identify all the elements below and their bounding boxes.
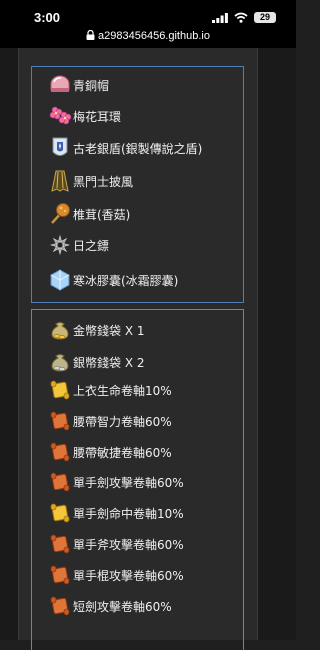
signal-icon [212,12,228,23]
address-display[interactable]: a2983456456.github.io [0,30,296,42]
content-column: 青銅帽 梅花耳環 古老銀盾(銀製傳說之盾) 黑門士披風 椎茸(香菇) 日之鏢 寒… [18,48,258,650]
list-item: 單手劍命中卷軸10% [48,499,184,527]
item-label: 梅花耳環 [73,109,122,124]
orange-scroll-icon [48,440,72,464]
orange-scroll-icon [48,532,72,556]
item-label: 腰帶智力卷軸60% [73,414,172,429]
list-item: 單手斧攻擊卷軸60% [48,530,184,558]
gold-money-bag-icon [48,318,72,342]
equipment-list-box: 青銅帽 梅花耳環 古老銀盾(銀製傳說之盾) 黑門士披風 椎茸(香菇) 日之鏢 寒… [31,66,244,303]
silver-shield-icon [48,136,72,160]
item-label: 金幣錢袋 X 1 [73,323,145,338]
item-label: 單手棍攻擊卷軸60% [73,568,184,583]
status-time: 3:00 [34,10,61,25]
item-label: 單手斧攻擊卷軸60% [73,537,184,552]
list-item: 黑門士披風 [48,167,133,195]
throwing-star-icon [48,233,72,257]
item-label: 單手劍攻擊卷軸60% [73,475,184,490]
battery-icon: 29 [254,12,276,23]
list-item: 銀幣錢袋 X 2 [48,348,145,376]
reward-list-box: 金幣錢袋 X 1 銀幣錢袋 X 2 上衣生命卷軸10% 腰帶智力卷軸60% 腰帶… [31,309,244,650]
list-item: 椎茸(香菇) [48,200,130,228]
item-label: 椎茸(香菇) [73,207,131,222]
status-bar: 3:00 29 [0,0,296,28]
item-label: 上衣生命卷軸10% [73,383,172,398]
list-item: 金幣錢袋 X 1 [48,316,145,344]
lock-icon [86,30,95,40]
list-item: 腰帶智力卷軸60% [48,407,172,435]
list-item: 日之鏢 [48,231,109,259]
plum-blossom-earring-icon [48,104,72,128]
item-label: 青銅帽 [73,78,110,93]
orange-scroll-icon [48,594,72,618]
page-content: 青銅帽 梅花耳環 古老銀盾(銀製傳說之盾) 黑門士披風 椎茸(香菇) 日之鏢 寒… [0,48,296,650]
list-item: 上衣生命卷軸10% [48,376,172,404]
orange-scroll-icon [48,470,72,494]
list-item: 單手劍攻擊卷軸60% [48,468,184,496]
status-icons: 29 [212,12,276,23]
bronze-helmet-icon [48,73,72,97]
orange-scroll-icon [48,409,72,433]
list-item: 青銅帽 [48,71,109,99]
wifi-icon [234,12,248,23]
list-item: 古老銀盾(銀製傳說之盾) [48,134,202,162]
mushroom-skewer-icon [48,202,72,226]
item-label: 短劍攻擊卷軸60% [73,599,172,614]
item-label: 銀幣錢袋 X 2 [73,355,145,370]
list-item: 短劍攻擊卷軸60% [48,592,172,620]
item-label: 黑門士披風 [73,174,134,189]
orange-scroll-icon [48,563,72,587]
yellow-scroll-icon [48,378,72,402]
black-cape-icon [48,169,72,193]
ice-capsule-icon [48,268,72,292]
list-item: 單手棍攻擊卷軸60% [48,561,184,589]
yellow-scroll-icon [48,501,72,525]
browser-address-bar[interactable]: a2983456456.github.io [0,28,296,48]
list-item: 腰帶敏捷卷軸60% [48,438,172,466]
list-item: 梅花耳環 [48,102,121,130]
item-label: 古老銀盾(銀製傳說之盾) [73,141,203,156]
item-label: 單手劍命中卷軸10% [73,506,184,521]
list-item: 寒冰膠囊(冰霜膠囊) [48,266,178,294]
url-text: a2983456456.github.io [98,30,210,42]
item-label: 日之鏢 [73,238,110,253]
silver-money-bag-icon [48,350,72,374]
item-label: 寒冰膠囊(冰霜膠囊) [73,273,179,288]
item-label: 腰帶敏捷卷軸60% [73,445,172,460]
